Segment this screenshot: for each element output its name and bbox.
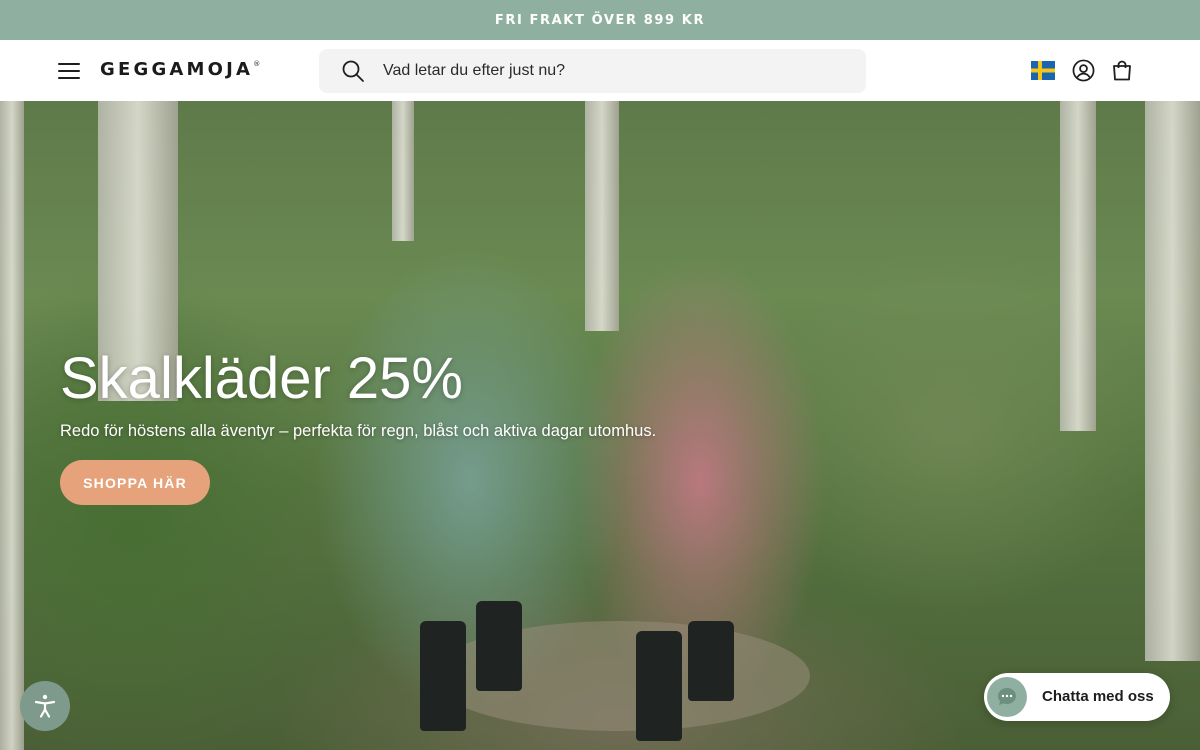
accessibility-icon: [34, 694, 56, 718]
hero-subtitle: Redo för höstens alla äventyr – perfekta…: [60, 422, 657, 440]
site-header: GEGGAMOJA®: [0, 40, 1200, 101]
chat-label: Chatta med oss: [1042, 688, 1154, 705]
chat-button[interactable]: Chatta med oss: [984, 673, 1170, 721]
shop-now-button[interactable]: SHOPPA HÄR: [60, 460, 210, 505]
logo-registered-mark: ®: [253, 60, 261, 68]
chat-bubble-icon: [987, 677, 1027, 717]
hero-title: Skalkläder 25%: [60, 346, 463, 411]
menu-icon[interactable]: [58, 60, 82, 80]
announcement-bar: FRI FRAKT ÖVER 899 KR: [0, 0, 1200, 40]
hero-banner: Skalkläder 25% Redo för höstens alla äve…: [0, 101, 1200, 750]
account-icon[interactable]: [1072, 59, 1095, 82]
sweden-flag-icon[interactable]: [1031, 61, 1055, 80]
logo-text: GEGGAMOJA: [100, 59, 254, 80]
search-input[interactable]: [383, 49, 843, 93]
announcement-text: FRI FRAKT ÖVER 899 KR: [494, 12, 706, 28]
search-icon[interactable]: [341, 59, 365, 83]
shopping-bag-icon[interactable]: [1112, 60, 1132, 81]
search-bar[interactable]: [319, 49, 866, 93]
site-logo[interactable]: GEGGAMOJA®: [100, 59, 260, 80]
accessibility-button[interactable]: [20, 681, 70, 731]
